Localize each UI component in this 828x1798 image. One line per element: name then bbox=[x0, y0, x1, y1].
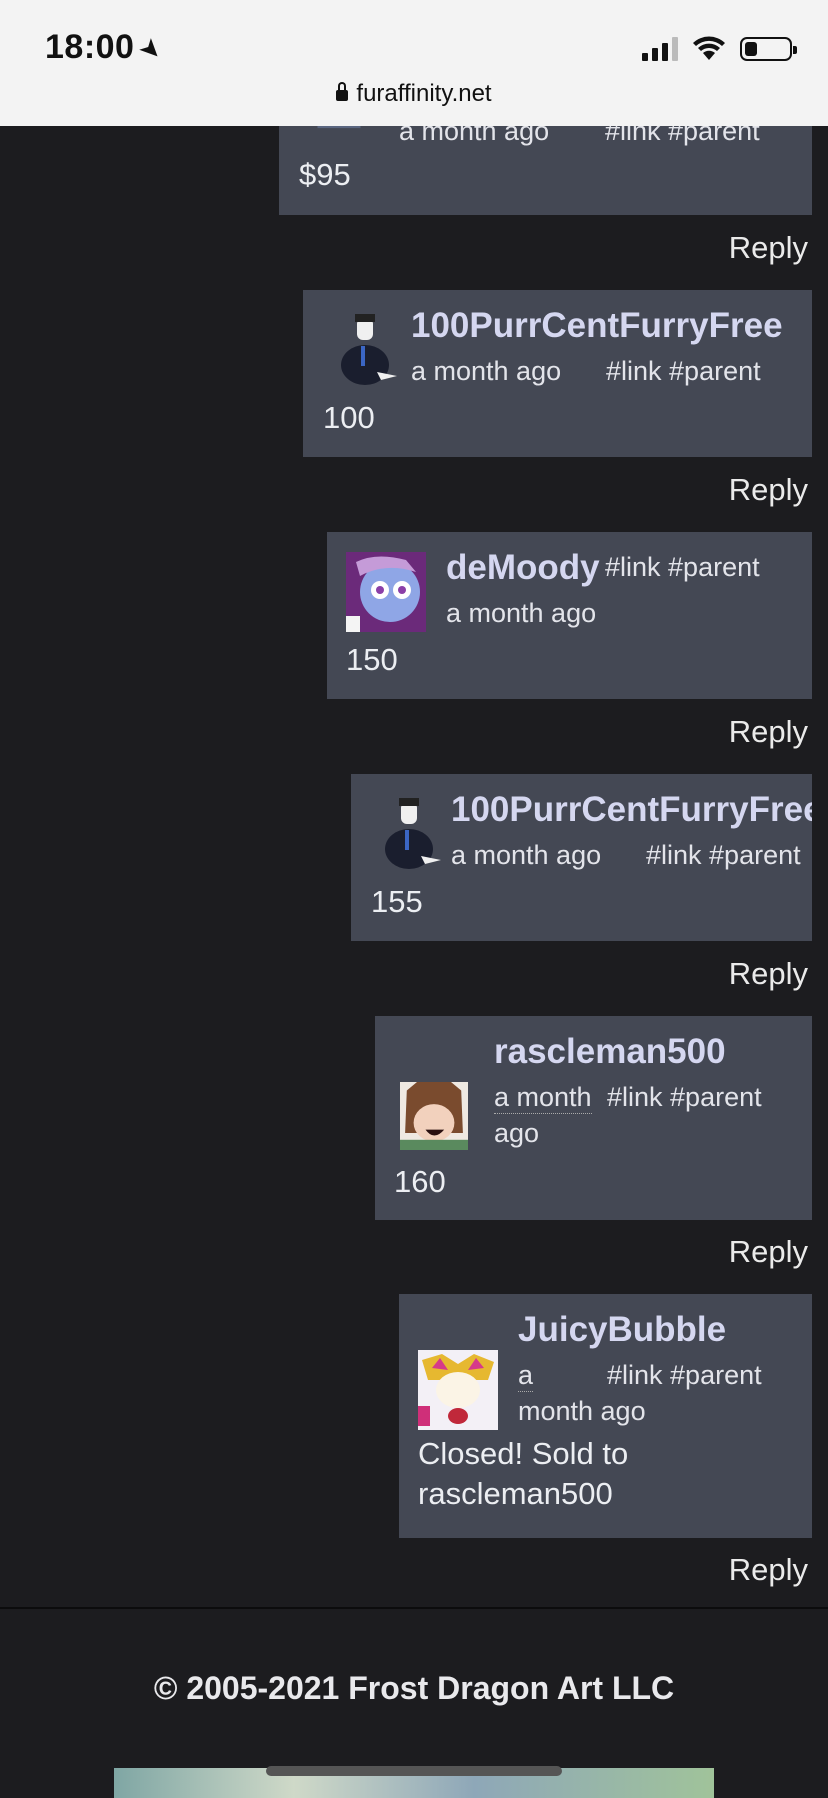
comment-card: 100PurrCentFurryFree a month ago #link #… bbox=[303, 290, 812, 457]
comment-username[interactable]: deMoody bbox=[446, 548, 600, 588]
comment-links[interactable]: #link #parent bbox=[605, 552, 760, 583]
comment-text: 100 bbox=[323, 400, 375, 435]
comment-card: deMoody #link #parent a month ago 150 bbox=[327, 532, 812, 699]
comment-card: rascleman500 a month #link #parent ago 1… bbox=[375, 1016, 812, 1220]
reply-link[interactable]: Reply bbox=[729, 956, 808, 992]
comment-text: $95 bbox=[299, 157, 351, 192]
comment-time: a month ago bbox=[411, 356, 562, 386]
address-bar[interactable]: furaffinity.net bbox=[0, 80, 828, 108]
reply-link[interactable]: Reply bbox=[729, 1552, 808, 1588]
comment-text: Closed! Sold to rascleman500 bbox=[418, 1434, 628, 1514]
user-avatar[interactable] bbox=[346, 552, 426, 632]
reply-link[interactable]: Reply bbox=[729, 714, 808, 750]
comment-links[interactable]: #link #parent bbox=[607, 1360, 762, 1391]
home-indicator bbox=[266, 1766, 562, 1776]
comment-links[interactable]: #link #parent bbox=[607, 1082, 762, 1113]
comment-time: a month bbox=[494, 1082, 592, 1114]
comment-text: 160 bbox=[394, 1164, 446, 1199]
comment-username[interactable]: JuicyBubble bbox=[518, 1310, 726, 1350]
comment-card: JuicyBubble a #link #parent month ago Cl… bbox=[399, 1294, 812, 1538]
clock: 18:00➤ bbox=[45, 28, 171, 68]
system-icons bbox=[642, 34, 797, 64]
battery-icon bbox=[740, 37, 797, 61]
comment-time: a month ago bbox=[451, 840, 602, 870]
lock-icon bbox=[336, 82, 349, 101]
comment-time-cont: ago bbox=[494, 1118, 540, 1148]
comment-text: 155 bbox=[371, 884, 423, 919]
user-avatar[interactable] bbox=[418, 1350, 498, 1430]
cellular-signal-icon bbox=[642, 37, 678, 61]
reply-link[interactable]: Reply bbox=[729, 230, 808, 266]
comment-username[interactable]: 100PurrCentFurryFree bbox=[451, 790, 812, 830]
reply-link[interactable]: Reply bbox=[729, 472, 808, 508]
comment-card: 100PurrCentFurryFree a month ago #link #… bbox=[351, 774, 812, 941]
browser-status-bar: 18:00➤ furaffinity.net bbox=[0, 0, 828, 126]
user-avatar[interactable] bbox=[371, 794, 451, 874]
comment-links[interactable]: #link #parent bbox=[606, 356, 761, 387]
comment-time: a month ago bbox=[446, 598, 597, 628]
comment-username[interactable]: 100PurrCentFurryFree bbox=[411, 306, 783, 346]
comment-links[interactable]: #link #parent bbox=[646, 840, 801, 871]
user-avatar[interactable] bbox=[394, 1082, 474, 1150]
comment-time: a bbox=[518, 1360, 534, 1392]
comment-text: 150 bbox=[346, 642, 398, 677]
comment-username[interactable]: rascleman500 bbox=[494, 1032, 726, 1072]
comment-time-cont: month ago bbox=[518, 1396, 646, 1426]
reply-link[interactable]: Reply bbox=[729, 1234, 808, 1270]
comment-text-line: rascleman500 bbox=[418, 1476, 613, 1511]
url-text: furaffinity.net bbox=[356, 80, 492, 107]
wifi-icon bbox=[693, 36, 725, 60]
footer-divider bbox=[0, 1607, 828, 1609]
comment-text-line: Closed! Sold to bbox=[418, 1436, 629, 1471]
location-arrow-icon: ➤ bbox=[133, 30, 171, 68]
user-avatar[interactable] bbox=[327, 310, 407, 390]
footer-copyright: © 2005-2021 Frost Dragon Art LLC bbox=[153, 1670, 675, 1706]
